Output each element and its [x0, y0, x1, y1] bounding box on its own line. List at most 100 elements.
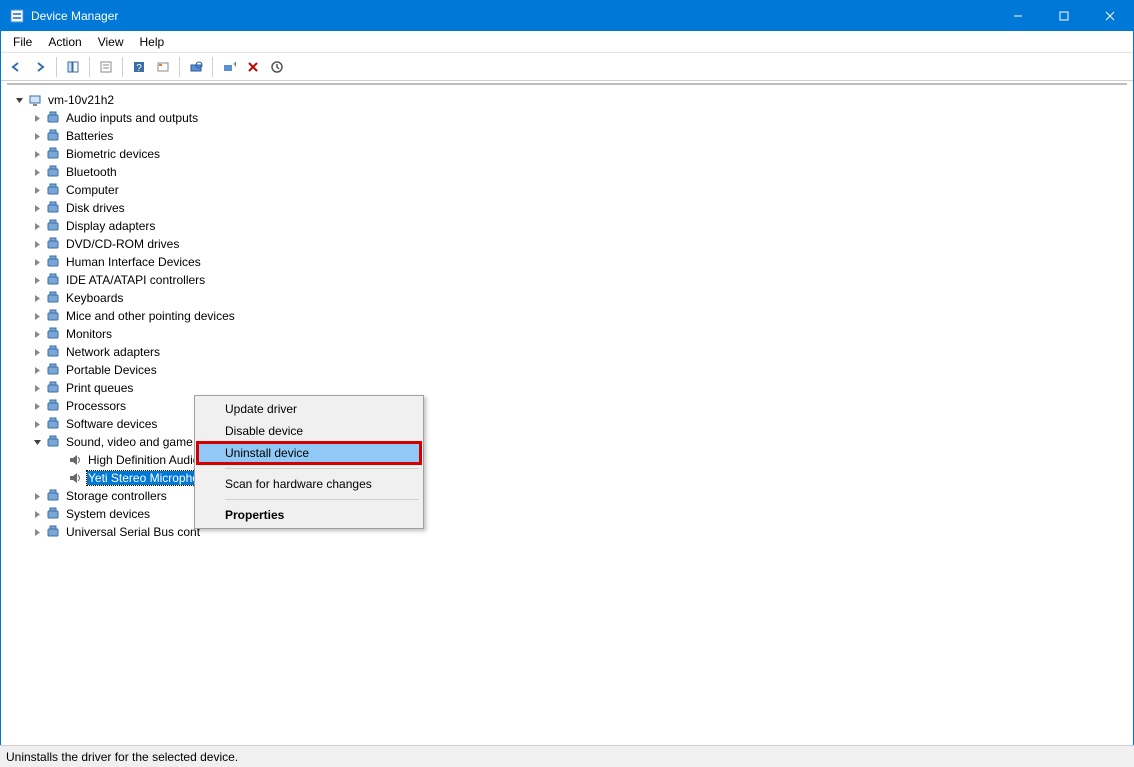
tree-category[interactable]: Software devices	[7, 415, 1127, 433]
menu-action[interactable]: Action	[40, 33, 89, 51]
tree-category-label: Processors	[65, 399, 127, 413]
maximize-button[interactable]	[1041, 1, 1087, 31]
window-title: Device Manager	[31, 9, 995, 23]
forward-icon[interactable]	[29, 56, 51, 78]
chevron-right-icon[interactable]	[31, 274, 43, 286]
chevron-right-icon[interactable]	[31, 346, 43, 358]
tree-category-label: Software devices	[65, 417, 158, 431]
chevron-right-icon[interactable]	[31, 382, 43, 394]
context-menu: Update driverDisable device Uninstall dev…	[194, 395, 424, 529]
tree-category[interactable]: Portable Devices	[7, 361, 1127, 379]
tree-category[interactable]: Print queues	[7, 379, 1127, 397]
chevron-right-icon[interactable]	[31, 202, 43, 214]
tree-root[interactable]: vm-10v21h2	[7, 91, 1127, 109]
device-category-icon	[45, 488, 61, 504]
menu-view[interactable]: View	[90, 33, 132, 51]
toolbar-separator	[212, 57, 213, 77]
show-hidden-icon[interactable]	[152, 56, 174, 78]
tree-category[interactable]: System devices	[7, 505, 1127, 523]
chevron-right-icon[interactable]	[31, 220, 43, 232]
context-menu-item[interactable]: Scan for hardware changes	[197, 473, 421, 495]
context-menu-item[interactable]: Properties	[197, 504, 421, 526]
tree-category[interactable]: Computer	[7, 181, 1127, 199]
tree-category-label: Portable Devices	[65, 363, 158, 377]
tree-device[interactable]: High Definition Audio Device	[7, 451, 1127, 469]
device-category-icon	[45, 380, 61, 396]
chevron-right-icon[interactable]	[31, 184, 43, 196]
device-category-icon	[45, 128, 61, 144]
add-legacy-icon[interactable]: +	[218, 56, 240, 78]
device-category-icon	[45, 524, 61, 540]
content-divider	[7, 83, 1127, 85]
tree-category[interactable]: Keyboards	[7, 289, 1127, 307]
chevron-right-icon[interactable]	[31, 508, 43, 520]
context-menu-item-label: Scan for hardware changes	[225, 477, 372, 491]
tree-device[interactable]: Yeti Stereo Microphone	[7, 469, 1127, 487]
chevron-right-icon[interactable]	[31, 526, 43, 538]
minimize-button[interactable]	[995, 1, 1041, 31]
menu-help[interactable]: Help	[132, 33, 173, 51]
context-menu-item-label: Uninstall device	[225, 446, 309, 460]
audio-device-icon	[67, 470, 83, 486]
tree-category[interactable]: Batteries	[7, 127, 1127, 145]
chevron-right-icon[interactable]	[31, 292, 43, 304]
tree-category[interactable]: DVD/CD-ROM drives	[7, 235, 1127, 253]
chevron-right-icon[interactable]	[31, 418, 43, 430]
tree-category[interactable]: Display adapters	[7, 217, 1127, 235]
device-category-icon	[45, 290, 61, 306]
device-category-icon	[45, 416, 61, 432]
expander-none	[53, 472, 65, 484]
context-menu-item[interactable]: Update driver	[197, 398, 421, 420]
device-category-icon	[45, 182, 61, 198]
tree-category[interactable]: Monitors	[7, 325, 1127, 343]
chevron-right-icon[interactable]	[31, 328, 43, 340]
menu-file[interactable]: File	[5, 33, 40, 51]
context-menu-item[interactable]: Disable device	[197, 420, 421, 442]
tree-category[interactable]: Mice and other pointing devices	[7, 307, 1127, 325]
device-category-icon	[45, 344, 61, 360]
device-category-icon	[45, 200, 61, 216]
tree-category[interactable]: Sound, video and game controllers	[7, 433, 1127, 451]
chevron-right-icon[interactable]	[31, 256, 43, 268]
help-icon[interactable]: ?	[128, 56, 150, 78]
context-menu-item[interactable]: Uninstall device	[197, 442, 421, 464]
chevron-right-icon[interactable]	[31, 238, 43, 250]
chevron-down-icon[interactable]	[13, 94, 25, 106]
tree-category[interactable]: Bluetooth	[7, 163, 1127, 181]
back-icon[interactable]	[5, 56, 27, 78]
tree-category[interactable]: IDE ATA/ATAPI controllers	[7, 271, 1127, 289]
tree-category[interactable]: Human Interface Devices	[7, 253, 1127, 271]
chevron-right-icon[interactable]	[31, 364, 43, 376]
chevron-right-icon[interactable]	[31, 310, 43, 322]
device-tree[interactable]: vm-10v21h2Audio inputs and outputsBatter…	[1, 87, 1133, 744]
update-icon[interactable]	[266, 56, 288, 78]
tree-category[interactable]: Network adapters	[7, 343, 1127, 361]
scan-hardware-icon[interactable]	[185, 56, 207, 78]
tree-category-label: Keyboards	[65, 291, 124, 305]
tree-category[interactable]: Audio inputs and outputs	[7, 109, 1127, 127]
show-hide-tree-icon[interactable]	[62, 56, 84, 78]
chevron-right-icon[interactable]	[31, 400, 43, 412]
tree-category[interactable]: Storage controllers	[7, 487, 1127, 505]
close-button[interactable]	[1087, 1, 1133, 31]
tree-category-label: DVD/CD-ROM drives	[65, 237, 180, 251]
expander-none	[53, 454, 65, 466]
tree-category[interactable]: Universal Serial Bus cont	[7, 523, 1127, 541]
chevron-right-icon[interactable]	[31, 166, 43, 178]
chevron-right-icon[interactable]	[31, 148, 43, 160]
tree-category-label: Disk drives	[65, 201, 126, 215]
tree-category[interactable]: Processors	[7, 397, 1127, 415]
tree-category[interactable]: Biometric devices	[7, 145, 1127, 163]
device-category-icon	[45, 434, 61, 450]
toolbar-separator	[179, 57, 180, 77]
properties-icon[interactable]	[95, 56, 117, 78]
tree-category-label: Human Interface Devices	[65, 255, 202, 269]
chevron-down-icon[interactable]	[31, 436, 43, 448]
remove-icon[interactable]	[242, 56, 264, 78]
chevron-right-icon[interactable]	[31, 490, 43, 502]
menubar: File Action View Help	[1, 31, 1133, 53]
device-category-icon	[45, 506, 61, 522]
chevron-right-icon[interactable]	[31, 112, 43, 124]
tree-category[interactable]: Disk drives	[7, 199, 1127, 217]
chevron-right-icon[interactable]	[31, 130, 43, 142]
